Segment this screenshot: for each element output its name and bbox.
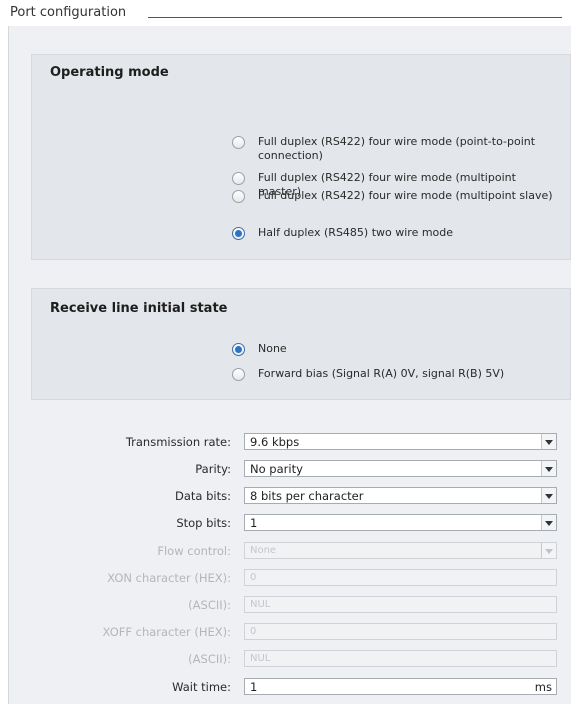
stop-bits-label: Stop bits:: [176, 516, 231, 530]
radio-label: Full duplex (RS422) four wire mode (poin…: [258, 135, 536, 162]
panel-title: Port configuration: [10, 5, 127, 20]
radio-button-selected[interactable]: [232, 343, 245, 356]
xon-ascii-field: NUL: [244, 596, 557, 613]
radio-option-forward-bias[interactable]: Forward bias (Signal R(A) 0V, signal R(B…: [232, 367, 558, 381]
radio-button-selected[interactable]: [232, 227, 245, 240]
stop-bits-dropdown[interactable]: 1: [244, 514, 557, 531]
wait-time-input[interactable]: 1 ms: [244, 678, 557, 695]
xoff-hex-value: 0: [250, 626, 257, 637]
wait-time-value: 1: [250, 680, 258, 694]
data-bits-dropdown[interactable]: 8 bits per character: [244, 487, 557, 504]
parity-dropdown[interactable]: No parity: [244, 460, 557, 477]
xoff-hex-label: XOFF character (HEX):: [102, 625, 231, 639]
panel-header: Port configuration: [0, 0, 578, 24]
radio-button[interactable]: [232, 190, 245, 203]
operating-mode-title: Operating mode: [50, 65, 169, 80]
radio-option-point-to-point[interactable]: Full duplex (RS422) four wire mode (poin…: [232, 135, 558, 163]
radio-label: Forward bias (Signal R(A) 0V, signal R(B…: [258, 367, 505, 380]
radio-button[interactable]: [232, 368, 245, 381]
flow-control-label: Flow control:: [157, 544, 231, 558]
radio-option-none[interactable]: None: [232, 342, 558, 356]
wait-time-unit: ms: [534, 680, 552, 694]
transmission-rate-label: Transmission rate:: [125, 435, 231, 449]
chevron-down-icon[interactable]: [541, 434, 556, 449]
chevron-down-icon[interactable]: [541, 515, 556, 530]
radio-option-multipoint-slave[interactable]: Full duplex (RS422) four wire mode (mult…: [232, 189, 558, 203]
data-bits-label: Data bits:: [175, 489, 231, 503]
parity-value: No parity: [250, 462, 303, 476]
xon-ascii-value: NUL: [250, 599, 271, 610]
xon-ascii-label: (ASCII):: [188, 598, 231, 612]
xoff-ascii-value: NUL: [250, 653, 271, 664]
xon-hex-field: 0: [244, 569, 557, 586]
radio-label: Full duplex (RS422) four wire mode (mult…: [258, 189, 553, 202]
stop-bits-value: 1: [250, 516, 258, 530]
radio-button[interactable]: [232, 172, 245, 185]
xoff-hex-field: 0: [244, 623, 557, 640]
transmission-rate-dropdown[interactable]: 9.6 kbps: [244, 433, 557, 450]
chevron-down-icon: [541, 543, 556, 558]
flow-control-dropdown: None: [244, 542, 557, 559]
radio-label: Half duplex (RS485) two wire mode: [258, 226, 454, 239]
transmission-rate-value: 9.6 kbps: [250, 435, 300, 449]
receive-line-title: Receive line initial state: [50, 301, 228, 316]
flow-control-value: None: [250, 545, 277, 556]
xoff-ascii-field: NUL: [244, 650, 557, 667]
wait-time-label: Wait time:: [172, 680, 231, 694]
header-divider: [148, 17, 562, 18]
xon-hex-label: XON character (HEX):: [107, 571, 231, 585]
radio-label: None: [258, 342, 287, 355]
xoff-ascii-label: (ASCII):: [188, 652, 231, 666]
parity-label: Parity:: [195, 462, 231, 476]
xon-hex-value: 0: [250, 572, 257, 583]
chevron-down-icon[interactable]: [541, 488, 556, 503]
data-bits-value: 8 bits per character: [250, 489, 364, 503]
chevron-down-icon[interactable]: [541, 461, 556, 476]
radio-option-half-duplex[interactable]: Half duplex (RS485) two wire mode: [232, 226, 558, 240]
radio-button[interactable]: [232, 136, 245, 149]
